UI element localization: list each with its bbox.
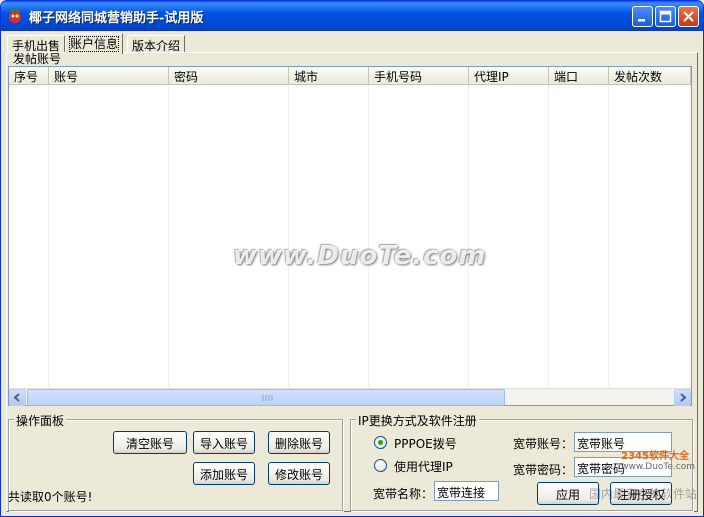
column-header[interactable]: 代理IP — [469, 67, 549, 85]
grid-column — [369, 85, 469, 388]
list-body — [9, 85, 691, 388]
chevron-right-icon — [680, 393, 687, 402]
import-accounts-button[interactable]: 导入账号 — [193, 431, 255, 454]
column-header[interactable]: 端口 — [549, 67, 609, 85]
ip-settings-panel-title: IP更换方式及软件注册 — [356, 412, 479, 429]
broadband-name-label: 宽带名称： — [373, 487, 434, 501]
tab-label: 账户信息 — [68, 36, 120, 52]
modify-account-button[interactable]: 修改账号 — [268, 462, 330, 485]
accounts-list[interactable]: 序号 账号 密码 城市 手机号码 代理IP 端口 发帖次数 — [8, 66, 692, 406]
minimize-button[interactable] — [632, 6, 653, 27]
delete-account-button[interactable]: 删除账号 — [268, 431, 330, 454]
corner-logo: 2345软件大全 www.DuoTe.com — [621, 447, 695, 472]
grid-column — [49, 85, 169, 388]
accounts-group-title: 发帖账号 — [13, 52, 62, 66]
watermark: www.DuoTe.com — [233, 241, 487, 271]
corner-logo-title: 2345软件大全 — [621, 451, 689, 462]
tab-label: 版本介绍 — [132, 39, 181, 53]
status-text: 共读取0个账号! — [8, 490, 93, 504]
grid-column — [609, 85, 691, 388]
grid-column — [469, 85, 549, 388]
tab-version-intro[interactable]: 版本介绍 — [127, 35, 186, 53]
column-header[interactable]: 城市 — [289, 67, 369, 85]
grid-column — [289, 85, 369, 388]
scroll-left-button[interactable] — [9, 389, 26, 406]
clear-accounts-button[interactable]: 清空账号 — [113, 431, 187, 454]
scroll-thumb[interactable] — [27, 389, 505, 406]
pppoe-radio[interactable] — [374, 436, 387, 449]
add-account-button[interactable]: 添加账号 — [193, 462, 255, 485]
window-title: 椰子网络同城营销助手-试用版 — [29, 11, 204, 26]
list-header: 序号 账号 密码 城市 手机号码 代理IP 端口 发帖次数 — [9, 67, 691, 85]
main-window: 椰子网络同城营销助手-试用版 手机出售 账户信息 版本介绍 发帖账号 序号 账号… — [0, 0, 704, 517]
chevron-left-icon — [13, 393, 20, 402]
operations-panel-title: 操作面板 — [14, 412, 67, 429]
grid-column — [169, 85, 289, 388]
broadband-name-field[interactable]: 宽带连接 — [434, 481, 499, 501]
column-header[interactable]: 序号 — [9, 67, 49, 85]
scroll-right-button[interactable] — [674, 389, 691, 406]
broadband-account-label: 宽带账号： — [513, 437, 574, 451]
corner-logo-url: www.DuoTe.com — [621, 462, 695, 472]
grid-column — [9, 85, 49, 388]
column-header[interactable]: 发帖次数 — [609, 67, 691, 85]
minimize-icon — [638, 19, 645, 22]
title-bar[interactable]: 椰子网络同城营销助手-试用版 — [1, 1, 703, 31]
broadband-password-label: 宽带密码： — [513, 463, 574, 477]
proxy-radio[interactable] — [374, 459, 387, 472]
close-icon — [683, 11, 694, 22]
column-header[interactable]: 密码 — [169, 67, 289, 85]
pppoe-label[interactable]: PPPOE拨号 — [394, 435, 457, 452]
corner-watermark: 国内最安全的软件站 — [588, 487, 697, 501]
app-icon — [9, 8, 21, 23]
column-header[interactable]: 手机号码 — [369, 67, 469, 85]
proxy-label[interactable]: 使用代理IP — [394, 458, 453, 475]
horizontal-scrollbar[interactable] — [9, 388, 691, 406]
grip-icon — [262, 395, 273, 401]
column-header[interactable]: 账号 — [49, 67, 169, 85]
maximize-icon — [659, 10, 672, 23]
grid-column — [549, 85, 609, 388]
close-button[interactable] — [678, 6, 699, 27]
maximize-button[interactable] — [655, 6, 676, 27]
tab-account-info[interactable]: 账户信息 — [65, 33, 124, 54]
